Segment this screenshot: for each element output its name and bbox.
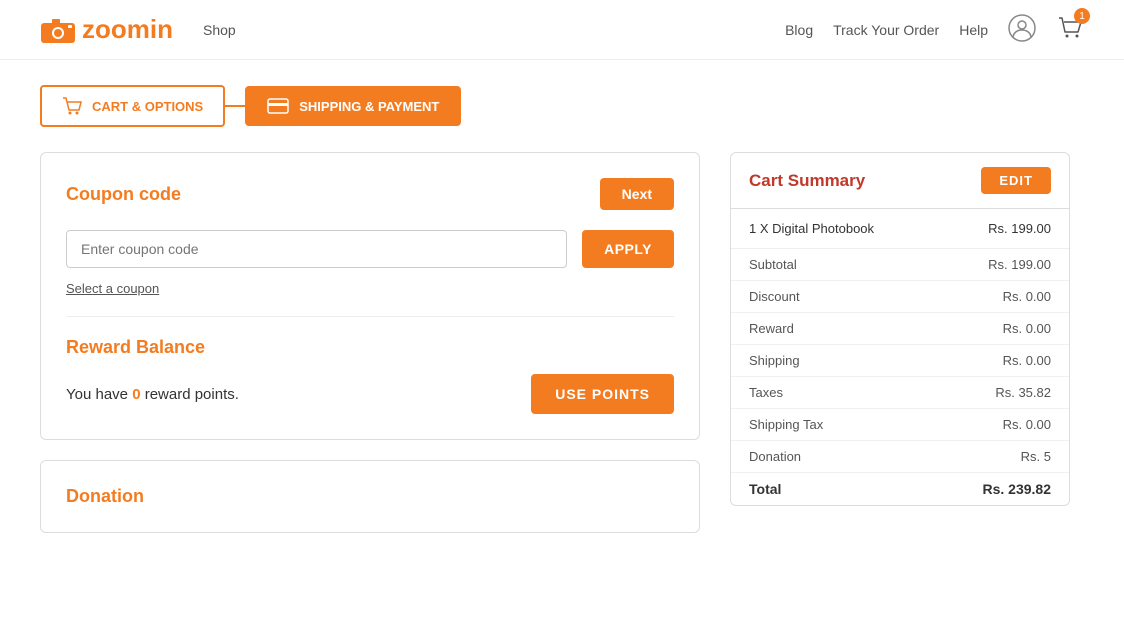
next-button[interactable]: Next <box>600 178 674 210</box>
cart-summary-title: Cart Summary <box>749 171 865 191</box>
right-panel: Cart Summary EDIT 1 X Digital Photobook … <box>730 152 1070 506</box>
summary-row-label: Shipping Tax <box>749 417 823 432</box>
summary-row: Discount Rs. 0.00 <box>731 281 1069 313</box>
summary-row: Reward Rs. 0.00 <box>731 313 1069 345</box>
step-cart-options[interactable]: CART & OPTIONS <box>40 85 225 127</box>
reward-row: You have 0 reward points. USE POINTS <box>66 374 674 414</box>
coupon-input[interactable] <box>66 230 567 268</box>
reward-section: Reward Balance You have 0 reward points.… <box>66 316 674 414</box>
coupon-input-row: APPLY <box>66 230 674 268</box>
steps-breadcrumb: CART & OPTIONS SHIPPING & PAYMENT <box>0 60 1124 152</box>
use-points-button[interactable]: USE POINTS <box>531 374 674 414</box>
cart-summary-header: Cart Summary EDIT <box>731 153 1069 209</box>
total-row: Total Rs. 239.82 <box>731 473 1069 505</box>
summary-row-label: Subtotal <box>749 257 797 272</box>
reward-text-suffix: reward points. <box>141 386 239 403</box>
donation-title: Donation <box>66 486 144 506</box>
summary-row: Shipping Rs. 0.00 <box>731 345 1069 377</box>
summary-row-value: Rs. 0.00 <box>1003 353 1051 368</box>
nav-help[interactable]: Help <box>959 22 988 38</box>
reward-text: You have 0 reward points. <box>66 386 239 403</box>
step-cart-label: CART & OPTIONS <box>92 99 203 114</box>
reward-text-prefix: You have <box>66 386 132 403</box>
cart-icon[interactable]: 1 <box>1056 14 1084 45</box>
cart-item-name: 1 X Digital Photobook <box>749 221 874 236</box>
cart-badge: 1 <box>1074 8 1090 24</box>
header: zoomin Shop Blog Track Your Order Help 1 <box>0 0 1124 60</box>
cart-step-icon <box>62 97 82 115</box>
reward-title: Reward Balance <box>66 337 674 358</box>
user-icon[interactable] <box>1008 14 1036 45</box>
select-coupon-link[interactable]: Select a coupon <box>66 281 159 296</box>
cart-summary: Cart Summary EDIT 1 X Digital Photobook … <box>730 152 1070 506</box>
cart-item-price: Rs. 199.00 <box>988 221 1051 236</box>
summary-row-label: Discount <box>749 289 800 304</box>
summary-row-label: Taxes <box>749 385 783 400</box>
nav-shop[interactable]: Shop <box>203 22 236 38</box>
summary-row-value: Rs. 5 <box>1021 449 1051 464</box>
cart-item-row: 1 X Digital Photobook Rs. 199.00 <box>731 209 1069 249</box>
nav-blog[interactable]: Blog <box>785 22 813 38</box>
summary-row-value: Rs. 35.82 <box>995 385 1051 400</box>
reward-points: 0 <box>132 386 140 403</box>
coupon-section-header: Coupon code Next <box>66 178 674 210</box>
donation-card: Donation <box>40 460 700 533</box>
summary-row-value: Rs. 199.00 <box>988 257 1051 272</box>
summary-rows: SubtotalRs. 199.00DiscountRs. 0.00Reward… <box>731 249 1069 473</box>
summary-row-label: Shipping <box>749 353 800 368</box>
edit-button[interactable]: EDIT <box>981 167 1051 194</box>
summary-row-label: Reward <box>749 321 794 336</box>
total-value: Rs. 239.82 <box>983 481 1052 497</box>
step-connector <box>225 105 245 107</box>
apply-button[interactable]: APPLY <box>582 230 674 268</box>
summary-row: Taxes Rs. 35.82 <box>731 377 1069 409</box>
summary-row: Shipping Tax Rs. 0.00 <box>731 409 1069 441</box>
summary-row: Subtotal Rs. 199.00 <box>731 249 1069 281</box>
logo-text: zoomin <box>82 14 173 45</box>
summary-row-label: Donation <box>749 449 801 464</box>
coupon-reward-card: Coupon code Next APPLY Select a coupon R… <box>40 152 700 440</box>
summary-row: Donation Rs. 5 <box>731 441 1069 473</box>
camera-icon <box>40 16 76 44</box>
coupon-title: Coupon code <box>66 184 181 205</box>
payment-step-icon <box>267 98 289 114</box>
total-label: Total <box>749 481 781 497</box>
summary-row-value: Rs. 0.00 <box>1003 321 1051 336</box>
header-right: Blog Track Your Order Help 1 <box>785 14 1084 45</box>
summary-row-value: Rs. 0.00 <box>1003 417 1051 432</box>
summary-row-value: Rs. 0.00 <box>1003 289 1051 304</box>
left-panel: Coupon code Next APPLY Select a coupon R… <box>40 152 700 533</box>
nav-track-order[interactable]: Track Your Order <box>833 22 939 38</box>
main-content: Coupon code Next APPLY Select a coupon R… <box>0 152 1124 533</box>
step-shipping-payment[interactable]: SHIPPING & PAYMENT <box>245 86 461 126</box>
logo[interactable]: zoomin <box>40 14 173 45</box>
step-shipping-label: SHIPPING & PAYMENT <box>299 99 439 114</box>
